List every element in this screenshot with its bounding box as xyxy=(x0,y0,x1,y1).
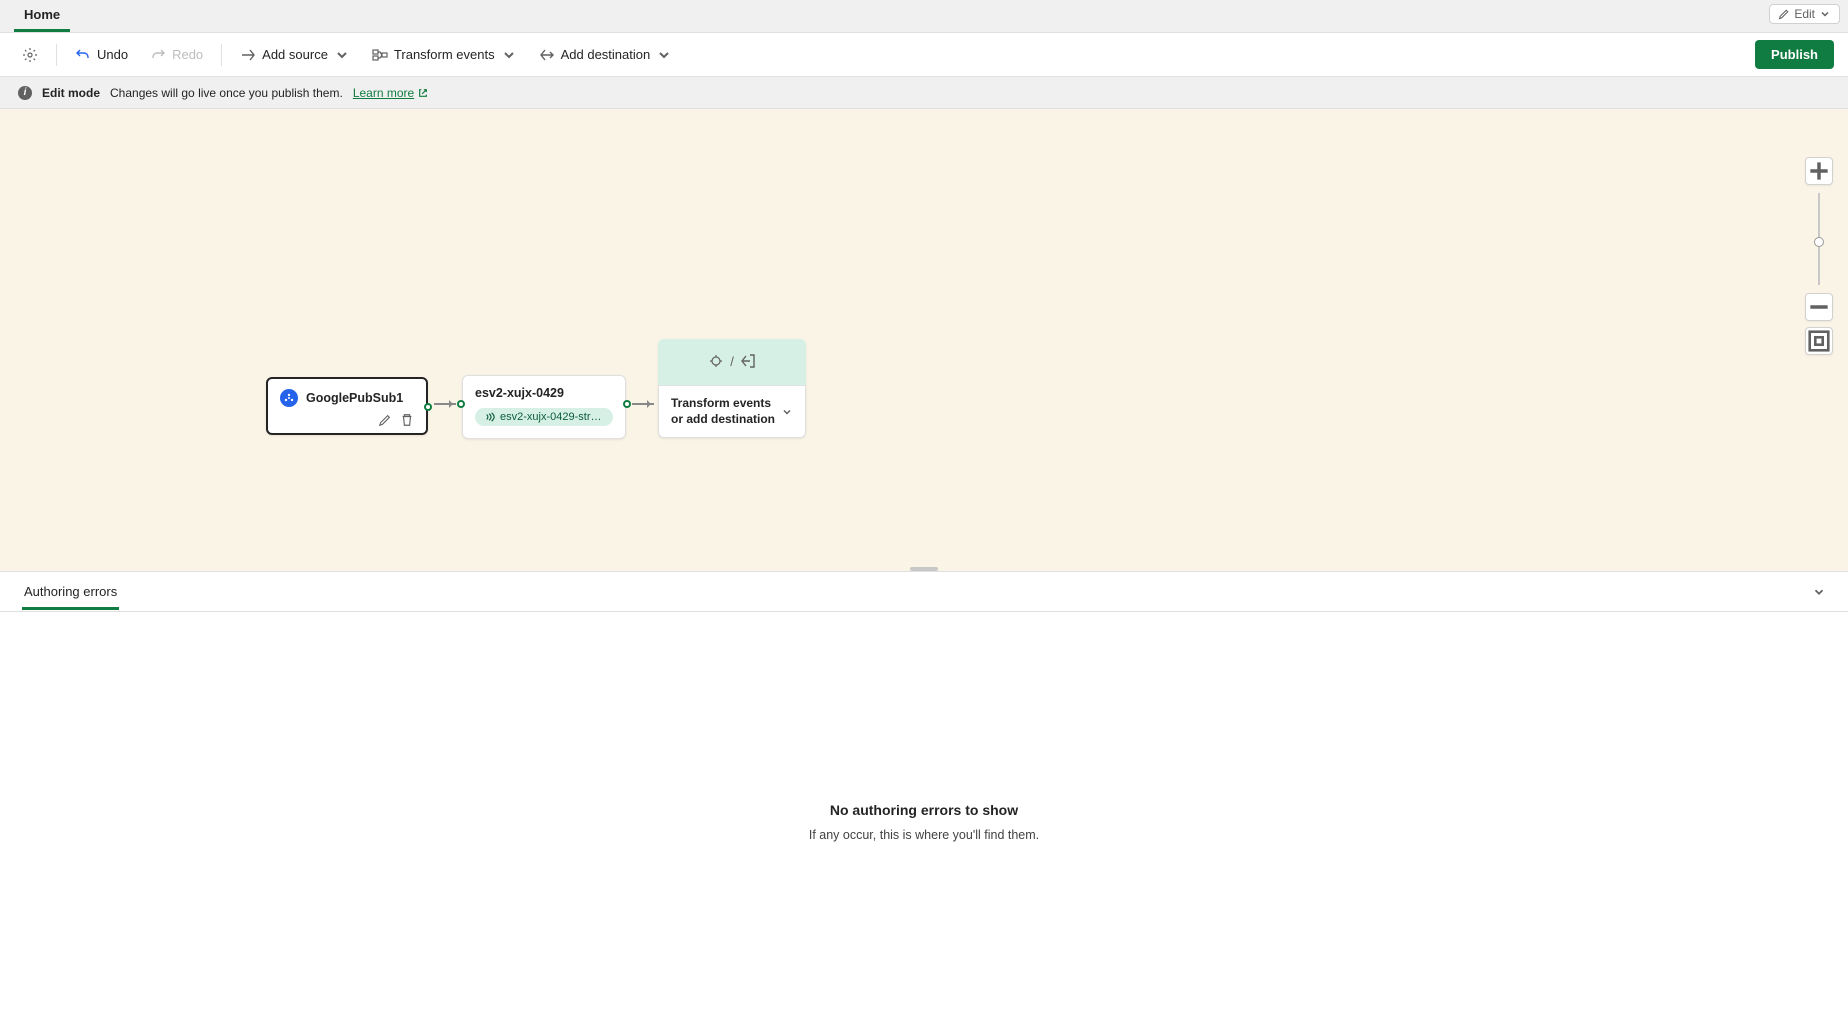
slash: / xyxy=(730,354,734,369)
zoom-controls xyxy=(1804,157,1834,355)
bottom-panel-header: Authoring errors xyxy=(0,572,1848,612)
zoom-thumb[interactable] xyxy=(1814,237,1824,247)
add-source-icon xyxy=(240,47,256,63)
stream-chip[interactable]: esv2-xujx-0429-str… xyxy=(475,408,613,426)
pencil-icon[interactable] xyxy=(378,413,392,427)
trash-icon[interactable] xyxy=(400,413,414,427)
bottom-panel: Authoring errors No authoring errors to … xyxy=(0,571,1848,1031)
fit-button[interactable] xyxy=(1805,327,1833,355)
zoom-slider[interactable] xyxy=(1818,193,1820,285)
add-next-icons: / xyxy=(658,353,806,369)
bottom-panel-body: No authoring errors to show If any occur… xyxy=(0,612,1848,1031)
add-source-label: Add source xyxy=(262,47,328,62)
separator xyxy=(221,44,222,66)
collapse-panel-button[interactable] xyxy=(1812,585,1826,599)
chevron-down-icon xyxy=(1819,8,1831,20)
chevron-down-icon xyxy=(334,47,350,63)
pencil-icon xyxy=(1778,8,1790,20)
edge-2 xyxy=(632,403,654,405)
transform-events-button[interactable]: Transform events xyxy=(364,41,525,69)
stream-chip-label: esv2-xujx-0429-str… xyxy=(500,411,601,423)
undo-icon xyxy=(75,47,91,63)
chevron-down-icon[interactable] xyxy=(781,406,793,418)
stream-icon xyxy=(485,412,495,422)
node-source-title: GooglePubSub1 xyxy=(306,391,403,405)
transform-icon xyxy=(372,47,388,63)
input-port[interactable] xyxy=(457,400,465,408)
panel-resize-handle[interactable] xyxy=(910,567,938,571)
redo-button: Redo xyxy=(142,41,211,69)
redo-icon xyxy=(150,47,166,63)
add-destination-label: Add destination xyxy=(561,47,651,62)
add-destination-icon xyxy=(539,47,555,63)
node-source[interactable]: GooglePubSub1 xyxy=(266,377,428,435)
transform-icon xyxy=(708,353,724,369)
gear-icon xyxy=(22,47,38,63)
edge-1 xyxy=(434,403,456,405)
flow-canvas[interactable]: GooglePubSub1 esv2-xujx-0429 esv2-xujx-0… xyxy=(0,109,1848,571)
fit-icon xyxy=(1806,328,1832,354)
edit-mode-pill[interactable]: Edit xyxy=(1769,4,1840,24)
chevron-down-icon xyxy=(656,47,672,63)
banner-message: Changes will go live once you publish th… xyxy=(110,86,343,100)
empty-state-subtitle: If any occur, this is where you'll find … xyxy=(809,828,1039,842)
zoom-in-button[interactable] xyxy=(1805,157,1833,185)
tab-home[interactable]: Home xyxy=(14,0,70,32)
chevron-down-icon xyxy=(501,47,517,63)
info-icon: i xyxy=(18,86,32,100)
add-next-label: Transform events or add destination xyxy=(671,396,775,427)
add-source-button[interactable]: Add source xyxy=(232,41,358,69)
zoom-out-button[interactable] xyxy=(1805,293,1833,321)
learn-more-label: Learn more xyxy=(353,86,414,100)
plus-icon xyxy=(1806,158,1832,184)
top-tab-bar: Home Edit xyxy=(0,0,1848,33)
output-port[interactable] xyxy=(623,400,631,408)
node-add-next[interactable]: / Transform events or add destination xyxy=(658,339,806,438)
banner-mode: Edit mode xyxy=(42,86,100,100)
add-destination-button[interactable]: Add destination xyxy=(531,41,681,69)
undo-label: Undo xyxy=(97,47,128,62)
undo-button[interactable]: Undo xyxy=(67,41,136,69)
minus-icon xyxy=(1806,294,1832,320)
output-port[interactable] xyxy=(424,403,432,411)
transform-label: Transform events xyxy=(394,47,495,62)
empty-state-title: No authoring errors to show xyxy=(830,802,1018,818)
redo-label: Redo xyxy=(172,47,203,62)
toolbar: Undo Redo Add source Transform events Ad… xyxy=(0,33,1848,77)
edit-mode-banner: i Edit mode Changes will go live once yo… xyxy=(0,77,1848,109)
settings-button[interactable] xyxy=(14,41,46,69)
external-link-icon xyxy=(418,88,428,98)
learn-more-link[interactable]: Learn more xyxy=(353,86,428,100)
destination-icon xyxy=(740,353,756,369)
edit-pill-label: Edit xyxy=(1794,7,1815,21)
node-stream-title: esv2-xujx-0429 xyxy=(475,386,613,400)
separator xyxy=(56,44,57,66)
node-stream[interactable]: esv2-xujx-0429 esv2-xujx-0429-str… xyxy=(462,375,626,439)
pubsub-icon xyxy=(280,389,298,407)
tab-authoring-errors[interactable]: Authoring errors xyxy=(22,574,119,610)
publish-button[interactable]: Publish xyxy=(1755,40,1834,69)
